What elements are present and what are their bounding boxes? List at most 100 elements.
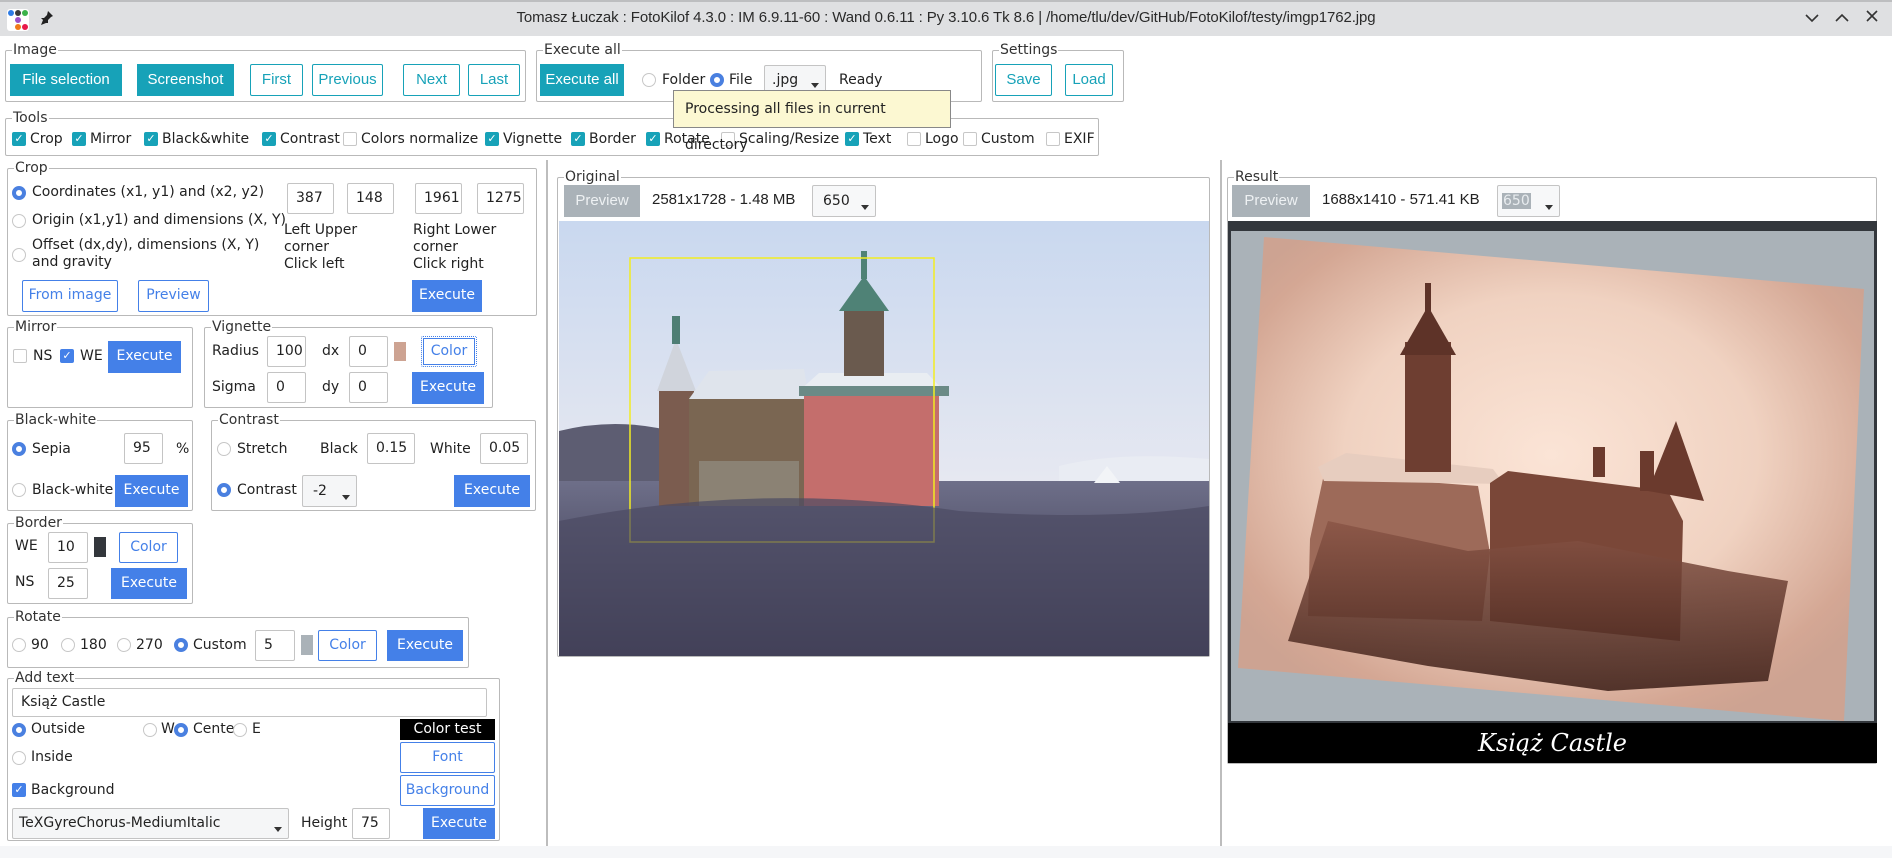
contrast-radio[interactable] xyxy=(217,483,231,497)
crop-y1-input[interactable]: 148 xyxy=(347,183,394,214)
vignette-color-button[interactable]: Color xyxy=(421,336,477,367)
mirror-we-checkbox[interactable]: ✓ xyxy=(60,349,74,363)
result-image-canvas[interactable]: Książ Castle xyxy=(1228,221,1877,763)
vignette-execute-button[interactable]: Execute xyxy=(412,372,484,404)
crop-from-image-button[interactable]: From image xyxy=(22,280,118,312)
next-button[interactable]: Next xyxy=(403,64,460,96)
result-size-select[interactable]: 650 xyxy=(1497,185,1560,217)
border-execute-button[interactable]: Execute xyxy=(111,568,187,599)
left-upper-label-1: Left Upper xyxy=(284,222,358,238)
original-preview-button[interactable]: Preview xyxy=(564,185,640,217)
tool-checkbox-custom[interactable] xyxy=(963,132,977,146)
crop-coordinates-radio[interactable] xyxy=(12,186,26,200)
tool-checkbox-colors-normalize[interactable] xyxy=(343,132,357,146)
contrast-black-input[interactable]: 0.15 xyxy=(367,433,415,464)
folder-radio[interactable] xyxy=(642,73,656,87)
sepia-value-input[interactable]: 95 xyxy=(124,433,163,464)
rotate-radio-180[interactable] xyxy=(61,638,75,652)
crop-offset-radio[interactable] xyxy=(12,248,26,262)
tool-checkbox-exif[interactable] xyxy=(1046,132,1060,146)
right-panel-separator[interactable] xyxy=(1220,160,1222,846)
tool-checkbox-vignette[interactable]: ✓ xyxy=(485,132,499,146)
tool-checkbox-text[interactable]: ✓ xyxy=(845,132,859,146)
vignette-radius-input[interactable]: 100 xyxy=(267,336,306,367)
stretch-radio[interactable] xyxy=(217,442,231,456)
rotate-legend: Rotate xyxy=(14,609,62,625)
close-button[interactable] xyxy=(1862,8,1882,28)
vignette-dx-input[interactable]: 0 xyxy=(349,336,388,367)
rotate-execute-button[interactable]: Execute xyxy=(387,630,463,661)
text-inside-radio[interactable] xyxy=(12,751,26,765)
mirror-legend: Mirror xyxy=(14,319,58,335)
result-preview-button[interactable]: Preview xyxy=(1232,185,1310,217)
left-panel-separator[interactable] xyxy=(546,160,548,846)
previous-button[interactable]: Previous xyxy=(312,64,383,96)
border-we-input[interactable]: 10 xyxy=(48,532,88,563)
tool-label: Logo xyxy=(925,131,959,147)
crop-x2-input[interactable]: 1961 xyxy=(415,183,462,214)
add-text-legend: Add text xyxy=(14,670,76,686)
text-background-checkbox[interactable]: ✓ xyxy=(12,783,26,797)
crop-preview-button[interactable]: Preview xyxy=(138,280,209,312)
crop-origin-radio[interactable] xyxy=(12,214,26,228)
border-ns-input[interactable]: 25 xyxy=(48,568,88,599)
text-height-label: Height xyxy=(301,815,348,831)
execute-all-button[interactable]: Execute all xyxy=(540,64,624,96)
tool-label: Scaling/Resize xyxy=(739,131,840,147)
contrast-value-select[interactable]: -2 xyxy=(302,475,357,507)
font-name-select[interactable]: TeXGyreChorus-MediumItalic xyxy=(12,808,289,839)
text-west-radio[interactable] xyxy=(143,723,157,737)
save-settings-button[interactable]: Save xyxy=(995,64,1052,96)
screenshot-button[interactable]: Screenshot xyxy=(137,64,234,96)
crop-execute-button[interactable]: Execute xyxy=(412,280,482,312)
text-outside-radio[interactable] xyxy=(12,723,26,737)
text-background-button[interactable]: Background xyxy=(400,775,495,806)
tool-checkbox-crop[interactable]: ✓ xyxy=(12,132,26,146)
text-east-radio[interactable] xyxy=(233,723,247,737)
vignette-dy-input[interactable]: 0 xyxy=(349,372,388,403)
mirror-ns-checkbox[interactable] xyxy=(13,349,27,363)
border-color-button[interactable]: Color xyxy=(119,532,178,563)
tool-checkbox-rotate[interactable]: ✓ xyxy=(646,132,660,146)
tool-checkbox-contrast[interactable]: ✓ xyxy=(262,132,276,146)
crop-x1-input[interactable]: 387 xyxy=(287,183,334,214)
contrast-white-label: White xyxy=(430,441,471,457)
text-height-input[interactable]: 75 xyxy=(352,808,390,839)
crop-y2-input[interactable]: 1275 xyxy=(477,183,524,214)
first-button[interactable]: First xyxy=(250,64,303,96)
black-white-radio[interactable] xyxy=(12,483,26,497)
rotate-radio-270[interactable] xyxy=(117,638,131,652)
rotate-radio-custom[interactable] xyxy=(174,638,188,652)
file-selection-button[interactable]: File selection xyxy=(10,64,122,96)
text-font-button[interactable]: Font xyxy=(400,742,495,773)
original-image-canvas[interactable] xyxy=(559,221,1209,656)
original-size-select[interactable]: 650 xyxy=(812,185,876,217)
text-execute-button[interactable]: Execute xyxy=(423,808,495,839)
tool-checkbox-border[interactable]: ✓ xyxy=(571,132,585,146)
tool-label: Black&white xyxy=(162,131,250,147)
sepia-percent-label: % xyxy=(176,441,190,457)
add-text-input[interactable]: Książ Castle xyxy=(12,688,487,717)
tool-checkbox-black-white[interactable]: ✓ xyxy=(144,132,158,146)
contrast-white-input[interactable]: 0.05 xyxy=(480,433,528,464)
rotate-color-button[interactable]: Color xyxy=(318,630,377,661)
last-button[interactable]: Last xyxy=(468,64,520,96)
load-settings-button[interactable]: Load xyxy=(1065,64,1113,96)
contrast-execute-button[interactable]: Execute xyxy=(454,475,530,507)
vignette-sigma-input[interactable]: 0 xyxy=(267,372,306,403)
rotate-option-label: 180 xyxy=(80,637,107,653)
sepia-radio[interactable] xyxy=(12,442,26,456)
tool-label: Text xyxy=(863,131,892,147)
rotate-custom-input[interactable]: 5 xyxy=(255,630,295,661)
black-white-execute-button[interactable]: Execute xyxy=(115,475,188,507)
mirror-execute-button[interactable]: Execute xyxy=(108,341,181,373)
tool-checkbox-logo[interactable] xyxy=(907,132,921,146)
file-radio[interactable] xyxy=(710,73,724,87)
minimize-button[interactable] xyxy=(1802,8,1822,28)
tool-checkbox-mirror[interactable]: ✓ xyxy=(72,132,86,146)
text-center-radio[interactable] xyxy=(174,723,188,737)
maximize-button[interactable] xyxy=(1832,8,1852,28)
original-size-value: 650 xyxy=(823,193,850,209)
tool-label: Contrast xyxy=(280,131,340,147)
rotate-radio-90[interactable] xyxy=(12,638,26,652)
